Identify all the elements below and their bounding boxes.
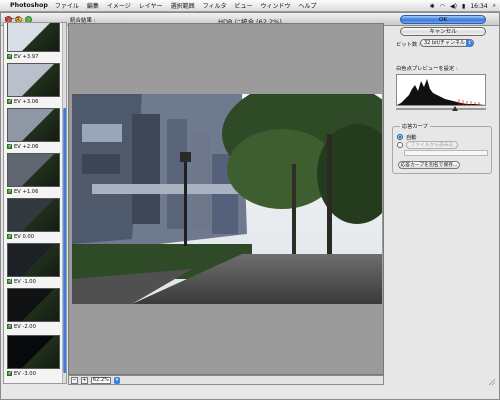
ev-label: EV -1.00 [14, 278, 36, 285]
include-checkbox[interactable] [7, 323, 12, 329]
source-thumbnail[interactable]: EV +1.06 [7, 153, 60, 195]
thumbnail-row: EV +3.06 [7, 98, 60, 105]
curve-file-path-field [404, 150, 488, 156]
thumbnail-image [7, 108, 60, 142]
bit-depth-label: ビット数 : [396, 42, 421, 48]
menu-bar: Photoshop ファイル 編集 イメージ レイヤー 選択範囲 フィルタ ビュ… [0, 0, 500, 12]
radio-auto-label[interactable]: 自動 [406, 134, 416, 141]
include-checkbox[interactable] [7, 188, 12, 194]
white-point-label: 白色点プレビューを設定 : [396, 66, 458, 72]
menu-help[interactable]: ヘルプ [299, 1, 317, 10]
zoom-in-button[interactable]: + [81, 376, 88, 384]
source-thumbnail[interactable]: EV +2.06 [7, 108, 60, 150]
thumbnail-row: EV -3.00 [7, 370, 60, 377]
thumbnail-image [7, 288, 60, 322]
thumbnail-row: EV 0.00 [7, 233, 60, 240]
save-response-curve-button[interactable]: 応答カーブを別名で保存... [398, 161, 460, 169]
radio-load-file[interactable] [397, 142, 403, 148]
ev-label: EV +3.06 [14, 98, 39, 105]
thumbnail-image [7, 198, 60, 232]
white-point-slider-thumb[interactable] [452, 106, 458, 111]
menu-file[interactable]: ファイル [55, 1, 79, 10]
ok-button[interactable]: OK [400, 15, 486, 24]
app-menu[interactable]: Photoshop [10, 2, 48, 9]
radio-auto[interactable] [397, 134, 403, 140]
thumbnail-image [7, 153, 60, 187]
spotlight-icon[interactable]: ⌕ [493, 2, 496, 10]
resize-grip-icon[interactable] [488, 378, 496, 386]
histogram [396, 74, 486, 106]
load-from-file-button[interactable]: ファイルから読み込む... [406, 141, 458, 155]
source-thumbnail-list[interactable]: EV +3.97 EV +3.06 EV +2.06 EV +1.06 EV 0.00 E… [3, 22, 67, 384]
flag-icon[interactable]: ▮ [462, 3, 465, 10]
thumbnail-row: EV -2.00 [7, 323, 60, 330]
status-menus: ✱ ◠ ◀) ▮ 16:34 ⌕ [430, 0, 496, 12]
response-curve-title: 応答カーブ [400, 123, 430, 130]
source-scrollbar-thumb[interactable] [63, 108, 66, 373]
ev-label: EV +1.06 [14, 188, 39, 195]
menu-image[interactable]: イメージ [107, 1, 131, 10]
ev-label: EV +2.06 [14, 143, 39, 150]
source-thumbnail[interactable]: EV +3.97 [7, 23, 60, 60]
thumbnail-image [7, 63, 60, 97]
bit-depth-select[interactable]: 32 bit/チャンネル ⇕ [420, 39, 474, 47]
histogram-shape [397, 79, 485, 105]
zoom-out-button[interactable]: − [71, 376, 78, 384]
include-checkbox[interactable] [7, 98, 12, 104]
ev-label: EV -3.00 [14, 370, 36, 377]
source-thumbnail[interactable]: EV -1.00 [7, 243, 60, 285]
include-checkbox[interactable] [7, 233, 12, 239]
ev-label: EV -2.00 [14, 323, 36, 330]
clock[interactable]: 16:34 [470, 3, 487, 10]
include-checkbox[interactable] [7, 278, 12, 284]
zoom-field[interactable]: 62.2% [91, 376, 111, 384]
hdr-preview-image [72, 94, 382, 304]
source-thumbnail[interactable]: EV +3.06 [7, 63, 60, 105]
include-checkbox[interactable] [7, 370, 12, 376]
cancel-button[interactable]: キャンセル [400, 27, 486, 36]
volume-icon[interactable]: ◀) [450, 3, 457, 10]
thumbnail-row: EV +2.06 [7, 143, 60, 150]
thumbnail-row: EV -1.00 [7, 278, 60, 285]
ev-label: EV +3.97 [14, 53, 39, 60]
thumbnail-image [7, 243, 60, 277]
preview-status-bar: − + 62.2% ▾ [68, 375, 384, 385]
thumbnail-image [7, 23, 60, 52]
include-checkbox[interactable] [7, 143, 12, 149]
select-arrows-icon: ⇕ [466, 40, 473, 47]
menu-edit[interactable]: 編集 [87, 1, 99, 10]
menu-view[interactable]: ビュー [234, 1, 252, 10]
source-scrollbar[interactable] [62, 23, 66, 383]
menu-layer[interactable]: レイヤー [139, 1, 163, 10]
zoom-dropdown-icon[interactable]: ▾ [114, 376, 120, 384]
include-checkbox[interactable] [7, 53, 12, 59]
source-thumbnail[interactable]: EV -2.00 [7, 288, 60, 330]
source-thumbnail[interactable]: EV 0.00 [7, 198, 60, 240]
menu-window[interactable]: ウィンドウ [261, 1, 291, 10]
thumbnail-row: EV +3.97 [7, 53, 60, 60]
bit-depth-value: 32 bit/チャンネル [424, 40, 466, 46]
menu-filter[interactable]: フィルタ [203, 1, 227, 10]
source-thumbnail[interactable]: EV -3.00 [7, 335, 60, 377]
ev-label: EV 0.00 [14, 233, 35, 240]
thumbnail-image [7, 335, 60, 369]
white-point-slider-track[interactable] [396, 108, 486, 110]
thumbnail-row: EV +1.06 [7, 188, 60, 195]
menu-select[interactable]: 選択範囲 [171, 1, 195, 10]
wifi-icon[interactable]: ◠ [440, 3, 445, 10]
preview-area[interactable] [68, 23, 384, 375]
bluetooth-icon[interactable]: ✱ [430, 3, 435, 10]
